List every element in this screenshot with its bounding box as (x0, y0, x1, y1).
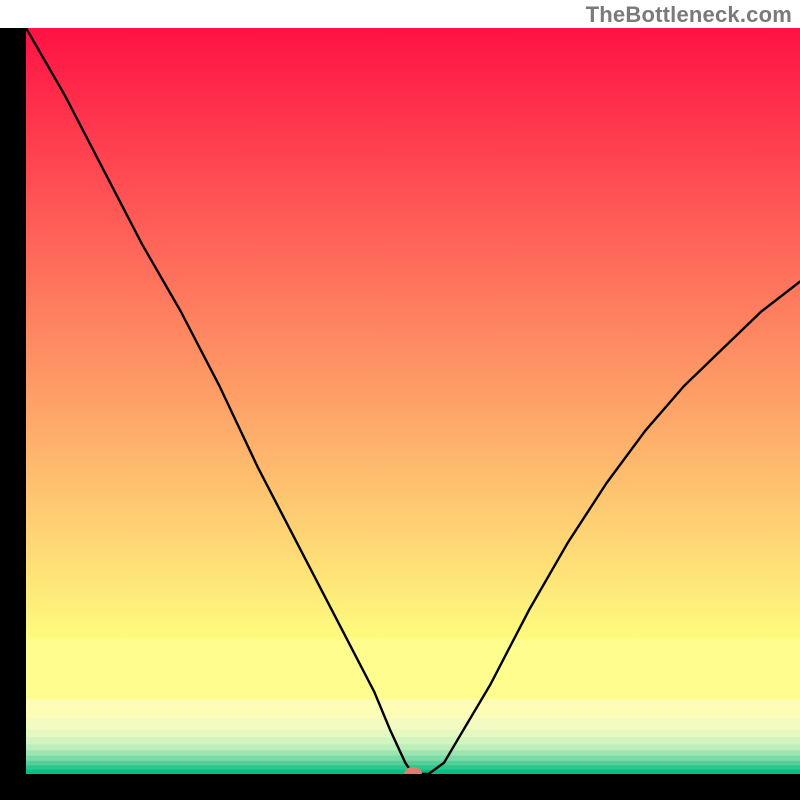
band (26, 737, 800, 744)
band (26, 640, 800, 700)
band (26, 729, 800, 736)
plot-area (26, 28, 800, 781)
background-bands (26, 640, 800, 774)
watermark-text: TheBottleneck.com (586, 2, 792, 28)
chart-stage: TheBottleneck.com (0, 0, 800, 800)
band (26, 750, 800, 755)
band (26, 761, 800, 765)
bottleneck-chart (0, 28, 800, 800)
background-gradient (26, 28, 800, 640)
frame-left (0, 28, 26, 800)
frame-bottom (0, 774, 800, 800)
band (26, 744, 800, 750)
band (26, 755, 800, 760)
band (26, 718, 800, 729)
band (26, 699, 800, 718)
